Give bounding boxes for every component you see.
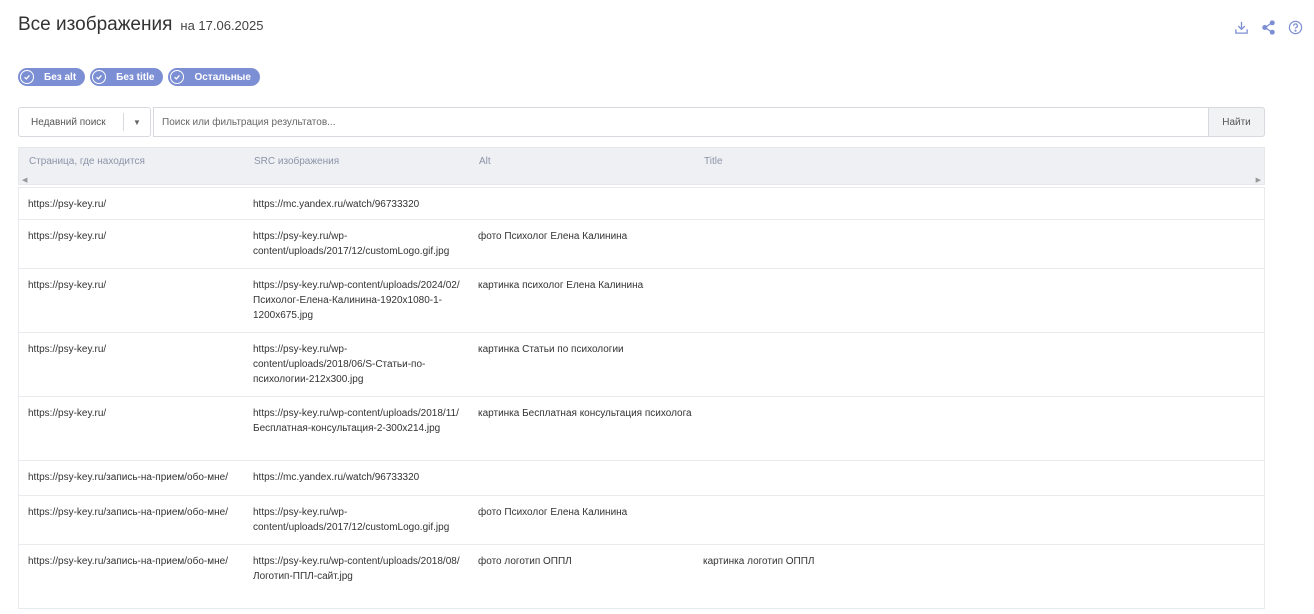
table-header: Страница, где находится SRC изображения … (18, 147, 1265, 185)
cell-src: https://psy-key.ru/wp-content/uploads/20… (253, 556, 460, 582)
help-icon[interactable] (1286, 18, 1304, 36)
page-title: Все изображения (18, 14, 173, 35)
column-header-title[interactable]: Title (704, 156, 723, 167)
cell-src: https://psy-key.ru/wp-content/uploads/20… (253, 344, 426, 385)
check-icon (92, 70, 107, 84)
filter-chip-no-alt[interactable]: Без alt (18, 68, 86, 86)
header-actions (1232, 18, 1304, 36)
cell-alt: картинка Бесплатная консультация психоло… (478, 408, 692, 419)
table-row: https://psy-key.ru/ https://psy-key.ru/w… (18, 333, 1265, 397)
column-header-src[interactable]: SRC изображения (254, 156, 339, 167)
cell-src: https://psy-key.ru/wp-content/uploads/20… (253, 507, 450, 533)
table-row: https://psy-key.ru/ https://psy-key.ru/w… (18, 220, 1265, 269)
cell-title: картинка логотип ОППЛ (703, 556, 815, 567)
filter-chip-label: Без alt (44, 71, 77, 83)
download-icon[interactable] (1232, 18, 1250, 36)
search-button[interactable]: Найти (1208, 107, 1265, 137)
chevron-down-icon: ▼ (133, 117, 141, 127)
table-row: https://psy-key.ru/запись-на-прием/обо-м… (18, 496, 1265, 545)
recent-search-label: Недавний поиск (31, 116, 106, 128)
search-bar: Недавний поиск ▼ Найти (18, 107, 1265, 137)
search-input[interactable] (153, 107, 1208, 137)
cell-page: https://psy-key.ru/ (28, 344, 107, 355)
column-header-alt[interactable]: Alt (479, 156, 491, 167)
table-row: https://psy-key.ru/ https://psy-key.ru/w… (18, 397, 1265, 461)
table-row: https://psy-key.ru/запись-на-прием/обо-м… (18, 545, 1265, 609)
cell-page: https://psy-key.ru/ (28, 408, 107, 419)
cell-page: https://psy-key.ru/ (28, 199, 107, 210)
column-header-page[interactable]: Страница, где находится (29, 156, 145, 167)
cell-page: https://psy-key.ru/ (28, 280, 107, 291)
check-icon (170, 70, 185, 84)
page-header: Все изображения на 17.06.2025 (18, 14, 263, 36)
cell-page: https://psy-key.ru/запись-на-прием/обо-м… (28, 507, 228, 518)
report-date: на 17.06.2025 (180, 18, 264, 33)
filter-chip-other[interactable]: Остальные (168, 68, 260, 86)
cell-page: https://psy-key.ru/запись-на-прием/обо-м… (28, 556, 228, 567)
table-row: https://psy-key.ru/ https://mc.yandex.ru… (18, 187, 1265, 220)
cell-src: https://psy-key.ru/wp-content/uploads/20… (253, 280, 460, 321)
filter-chip-label: Без title (116, 71, 155, 83)
table-row: https://psy-key.ru/ https://psy-key.ru/w… (18, 269, 1265, 333)
images-table: Страница, где находится SRC изображения … (18, 147, 1265, 609)
cell-src: https://mc.yandex.ru/watch/96733320 (253, 199, 420, 210)
cell-alt: картинка Статьи по психологии (478, 344, 624, 355)
check-icon (20, 70, 34, 84)
cell-page: https://psy-key.ru/ (28, 231, 107, 242)
scroll-left-icon[interactable]: ◀ (22, 176, 27, 184)
cell-src: https://mc.yandex.ru/watch/96733320 (253, 472, 420, 483)
share-icon[interactable] (1259, 18, 1277, 36)
table-row: https://psy-key.ru/запись-на-прием/обо-м… (18, 461, 1265, 496)
cell-alt: фото Психолог Елена Калинина (478, 507, 628, 518)
cell-page: https://psy-key.ru/запись-на-прием/обо-м… (28, 472, 228, 483)
filter-chips: Без alt Без title Остальные (18, 68, 260, 86)
cell-src: https://psy-key.ru/wp-content/uploads/20… (253, 231, 450, 257)
cell-alt: фото логотип ОППЛ (478, 556, 572, 567)
filter-chip-label: Остальные (194, 71, 251, 83)
recent-search-dropdown[interactable]: Недавний поиск ▼ (18, 107, 151, 137)
table-body: https://psy-key.ru/ https://mc.yandex.ru… (18, 187, 1265, 609)
filter-chip-no-title[interactable]: Без title (90, 68, 164, 86)
scroll-right-icon[interactable]: ▶ (1256, 176, 1261, 184)
cell-alt: картинка психолог Елена Калинина (478, 280, 644, 291)
cell-alt: фото Психолог Елена Калинина (478, 231, 628, 242)
cell-src: https://psy-key.ru/wp-content/uploads/20… (253, 408, 459, 434)
